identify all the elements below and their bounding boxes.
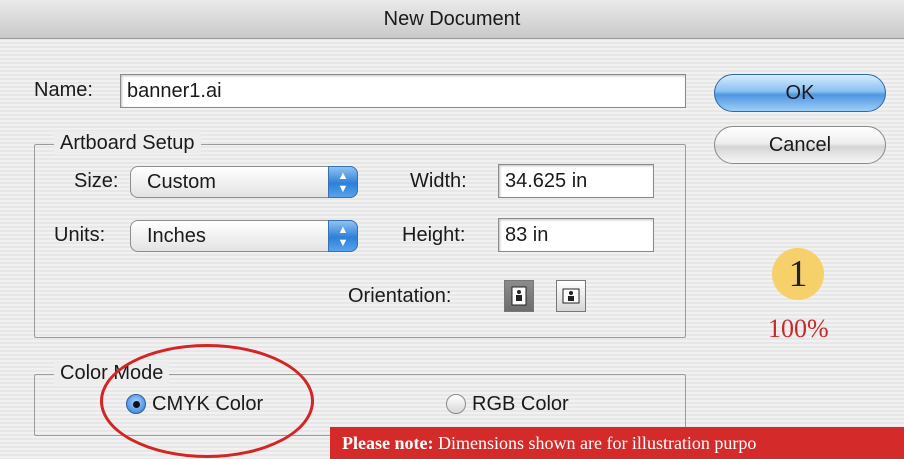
height-label: Height: [402, 224, 466, 246]
orientation-label: Orientation: [348, 285, 452, 307]
rgb-label[interactable]: RGB Color [472, 392, 569, 416]
artboard-setup-legend: Artboard Setup [54, 131, 201, 155]
window-title: New Document [0, 0, 904, 39]
note-bold: Please note: [342, 433, 434, 453]
width-input[interactable]: 34.625 in [498, 164, 654, 198]
size-label: Size: [74, 170, 119, 192]
portrait-orientation-button[interactable] [504, 280, 534, 312]
units-select[interactable]: Inches ▲ ▼ [130, 220, 358, 252]
landscape-icon [562, 288, 580, 304]
size-select[interactable]: Custom ▲ ▼ [130, 166, 358, 198]
note-text: Dimensions shown are for illustration pu… [433, 433, 757, 453]
highlight-ellipse [100, 344, 314, 458]
width-label: Width: [410, 170, 467, 192]
select-arrows-icon: ▲ ▼ [328, 166, 358, 198]
cancel-button[interactable]: Cancel [714, 126, 886, 164]
zoom-label: 100% [768, 314, 829, 343]
units-label: Units: [54, 224, 106, 246]
select-arrows-icon: ▲ ▼ [328, 220, 358, 252]
units-select-value: Inches [147, 225, 206, 247]
name-input[interactable]: banner1.ai [120, 74, 686, 108]
name-label: Name: [34, 79, 93, 101]
rgb-radio[interactable] [446, 394, 466, 414]
ok-button[interactable]: OK [714, 74, 886, 112]
step-badge: 1 [772, 248, 824, 300]
landscape-orientation-button[interactable] [556, 280, 586, 312]
portrait-icon [511, 286, 527, 306]
height-input[interactable]: 83 in [498, 218, 654, 252]
size-select-value: Custom [147, 171, 216, 193]
note-banner: Please note: Dimensions shown are for il… [330, 427, 904, 459]
